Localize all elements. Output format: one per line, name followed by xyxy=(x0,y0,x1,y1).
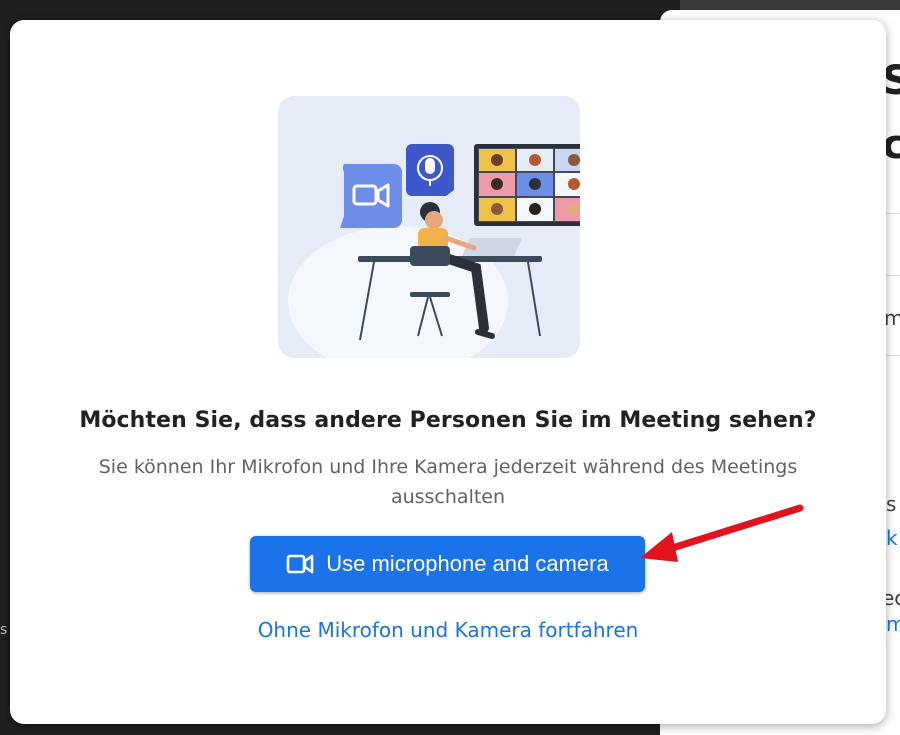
use-microphone-and-camera-button[interactable]: Use microphone and camera xyxy=(250,536,645,592)
video-meeting-illustration xyxy=(278,96,580,358)
background-text-fragment: m xyxy=(884,306,900,330)
background-link-fragment[interactable]: m xyxy=(886,612,900,636)
media-permission-dialog: Möchten Sie, dass andere Personen Sie im… xyxy=(10,20,886,724)
background-left-fragment: s xyxy=(0,622,8,638)
background-link-fragment[interactable]: k xyxy=(886,526,898,550)
background-text-fragment: s xyxy=(886,492,897,516)
annotation-arrow-icon xyxy=(640,504,804,562)
continue-without-mic-and-camera-link[interactable]: Ohne Mikrofon und Kamera fortfahren xyxy=(10,618,886,642)
dialog-title: Möchten Sie, dass andere Personen Sie im… xyxy=(79,408,817,433)
video-camera-icon xyxy=(286,553,314,575)
use-microphone-and-camera-label: Use microphone and camera xyxy=(326,551,609,576)
